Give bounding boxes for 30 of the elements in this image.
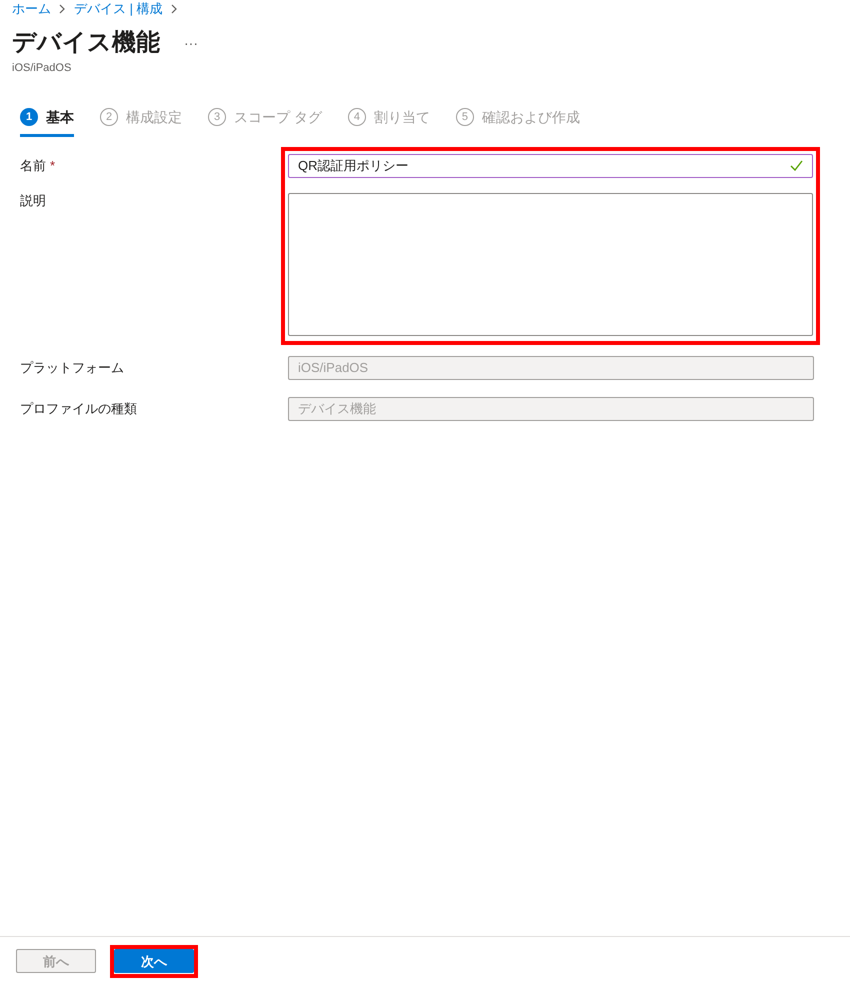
required-mark: * xyxy=(50,156,56,174)
name-field[interactable]: QR認証用ポリシー xyxy=(288,154,813,178)
step-label: 構成設定 xyxy=(126,108,182,126)
chevron-right-icon xyxy=(59,4,66,14)
breadcrumb-link[interactable]: ホーム xyxy=(12,0,51,19)
next-button[interactable]: 次へ xyxy=(114,949,194,974)
field-label: 説明 xyxy=(20,192,46,210)
step-number-icon: 5 xyxy=(456,108,474,126)
wizard-step-tab[interactable]: 2 構成設定 xyxy=(100,106,182,136)
field-label: 名前 xyxy=(20,156,46,174)
step-label: スコープ タグ xyxy=(234,108,322,126)
more-button[interactable]: ··· xyxy=(184,32,198,54)
wizard-step-tab[interactable]: 5 確認および作成 xyxy=(456,106,580,136)
chevron-right-icon xyxy=(170,4,178,14)
description-field[interactable] xyxy=(288,192,813,336)
wizard-step-tab[interactable]: 1 基本 xyxy=(20,106,74,136)
wizard-step-tab[interactable]: 4 割り当て xyxy=(348,106,430,136)
step-number-icon: 2 xyxy=(100,108,118,126)
step-number-icon: 1 xyxy=(20,108,38,126)
page-title: デバイス機能 xyxy=(12,28,160,58)
step-number-icon: 3 xyxy=(208,108,226,126)
step-number-icon: 4 xyxy=(348,108,366,126)
field-label: プラットフォーム xyxy=(20,360,124,374)
page-subtitle: iOS/iPadOS xyxy=(12,61,72,76)
wizard-step-tab[interactable]: 3 スコープ タグ xyxy=(208,106,322,136)
step-label: 割り当て xyxy=(374,108,430,126)
field-label: プロファイルの種類 xyxy=(20,400,137,416)
breadcrumb-link[interactable]: デバイス | 構成 xyxy=(74,0,163,19)
step-label: 基本 xyxy=(46,108,74,126)
step-label: 確認および作成 xyxy=(482,108,580,126)
